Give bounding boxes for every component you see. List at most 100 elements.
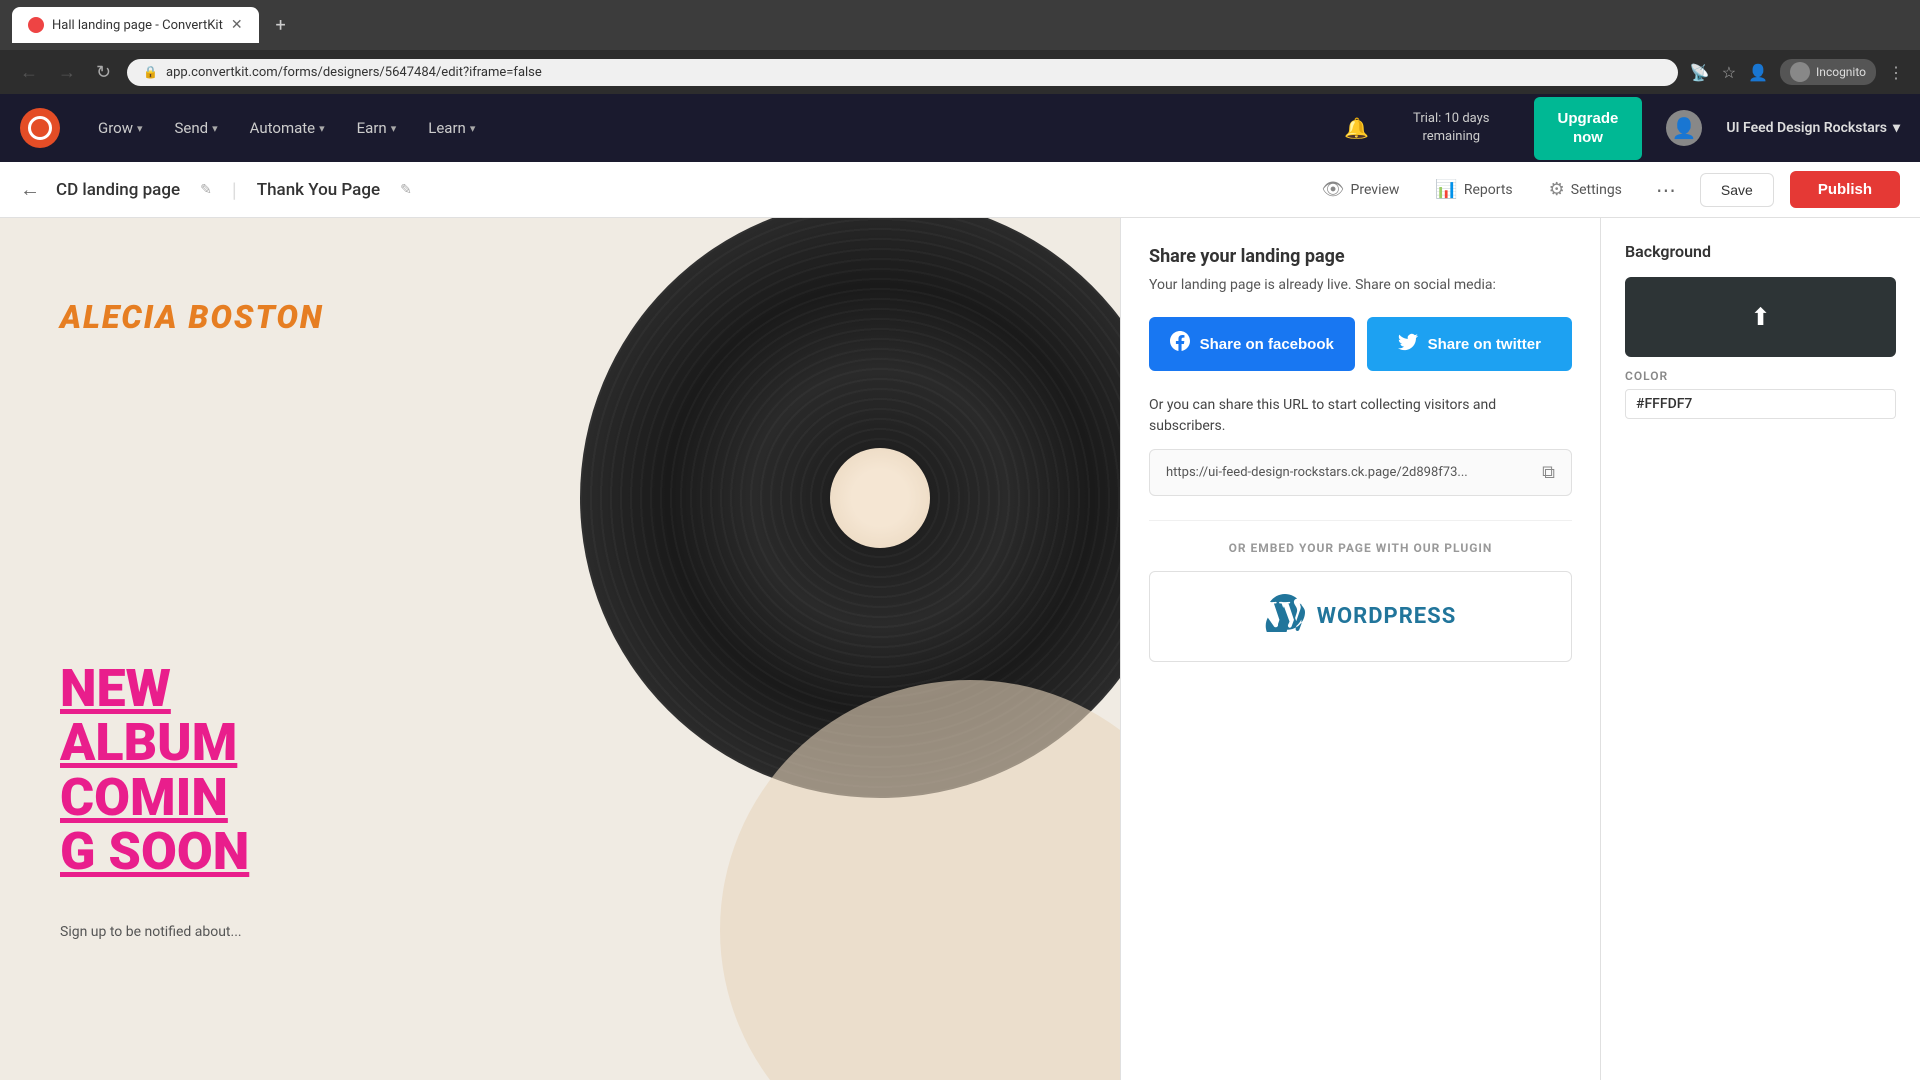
- main-content: ALECIA BOSTON NEW ALBUM COMIN G SOON Sig…: [0, 218, 1920, 1080]
- twitter-share-button[interactable]: Share on twitter: [1367, 317, 1573, 371]
- reports-button[interactable]: 📊 Reports: [1425, 173, 1522, 206]
- incognito-badge: Incognito: [1780, 59, 1876, 85]
- url-text: app.convertkit.com/forms/designers/56474…: [166, 65, 542, 80]
- page-title: CD landing page: [56, 180, 180, 200]
- facebook-share-button[interactable]: Share on facebook: [1149, 317, 1355, 371]
- bell-icon[interactable]: 🔔: [1344, 116, 1369, 140]
- profile-icon[interactable]: 👤: [1748, 63, 1768, 82]
- title-divider: |: [232, 178, 237, 202]
- bookmark-icon[interactable]: ☆: [1722, 63, 1736, 82]
- trial-line1: Trial: 10 days: [1413, 110, 1489, 128]
- page-header: ← CD landing page ✎ | Thank You Page ✎ 👁…: [0, 162, 1920, 218]
- menu-icon[interactable]: ⋮: [1888, 63, 1904, 82]
- share-title: Share your landing page: [1149, 246, 1572, 267]
- artist-name: ALECIA BOSTON: [60, 298, 324, 336]
- more-options-button[interactable]: ⋯: [1648, 174, 1684, 206]
- org-chevron: ▾: [1893, 120, 1900, 136]
- app-header: Grow ▾ Send ▾ Automate ▾ Earn ▾ Learn ▾ …: [0, 94, 1920, 162]
- twitter-icon: [1398, 332, 1418, 357]
- background-section-title: Background: [1625, 242, 1896, 261]
- app-logo[interactable]: [20, 108, 60, 148]
- user-org[interactable]: UI Feed Design Rockstars ▾: [1726, 120, 1900, 136]
- settings-icon: ⚙: [1549, 179, 1565, 200]
- facebook-icon: [1170, 331, 1190, 357]
- trial-line2: remaining: [1413, 128, 1489, 146]
- forward-nav-button[interactable]: →: [54, 58, 80, 87]
- trial-badge: Trial: 10 days remaining: [1393, 110, 1509, 146]
- save-button[interactable]: Save: [1700, 173, 1774, 207]
- reload-button[interactable]: ↻: [92, 58, 115, 87]
- nav-grow[interactable]: Grow ▾: [84, 111, 157, 145]
- preview-label: Preview: [1351, 182, 1400, 198]
- nav-send-label: Send: [175, 119, 209, 137]
- tab-title: Hall landing page - ConvertKit: [52, 18, 223, 33]
- color-label: COLOR: [1625, 369, 1896, 383]
- copy-icon[interactable]: ⧉: [1542, 462, 1555, 483]
- nav-earn-label: Earn: [357, 119, 387, 137]
- upload-icon: ⬆: [1750, 303, 1770, 331]
- embed-section: OR EMBED YOUR PAGE WITH OUR PLUGIN WordP…: [1149, 520, 1572, 662]
- landing-preview: ALECIA BOSTON NEW ALBUM COMIN G SOON Sig…: [0, 218, 1120, 1080]
- nav-items: Grow ▾ Send ▾ Automate ▾ Earn ▾ Learn ▾: [84, 111, 489, 145]
- nav-send[interactable]: Send ▾: [161, 111, 232, 145]
- twitter-label: Share on twitter: [1428, 336, 1541, 353]
- nav-grow-chevron: ▾: [137, 122, 143, 135]
- preview-button[interactable]: 👁 Preview: [1312, 173, 1410, 206]
- nav-grow-label: Grow: [98, 119, 133, 137]
- browser-chrome: Hall landing page - ConvertKit ✕ +: [0, 0, 1920, 50]
- nav-automate[interactable]: Automate ▾: [236, 111, 339, 145]
- background-color-preview[interactable]: ⬆: [1625, 277, 1896, 357]
- nav-send-chevron: ▾: [212, 122, 218, 135]
- right-panel: Background ⬆ COLOR #FFFDF7: [1600, 218, 1920, 1080]
- user-org-name: UI Feed Design Rockstars: [1726, 120, 1887, 136]
- sub-page-title: Thank You Page: [257, 180, 380, 200]
- tab-close-icon[interactable]: ✕: [231, 17, 243, 33]
- preview-icon: 👁: [1322, 179, 1345, 200]
- back-nav-button[interactable]: ←: [16, 58, 42, 87]
- settings-button[interactable]: ⚙ Settings: [1539, 173, 1632, 206]
- settings-label: Settings: [1571, 182, 1622, 198]
- avatar: 👤: [1666, 110, 1702, 146]
- landing-background: ALECIA BOSTON NEW ALBUM COMIN G SOON Sig…: [0, 218, 1120, 1080]
- share-url-label: Or you can share this URL to start colle…: [1149, 395, 1572, 437]
- album-line1: NEW: [60, 662, 249, 717]
- logo-inner: [28, 116, 52, 140]
- facebook-label: Share on facebook: [1200, 336, 1334, 353]
- incognito-label: Incognito: [1816, 65, 1866, 79]
- album-line3: COMIN: [60, 771, 249, 826]
- page-title-edit-icon[interactable]: ✎: [200, 182, 212, 198]
- nav-automate-label: Automate: [250, 119, 315, 137]
- tab-favicon: [28, 17, 44, 33]
- embed-label: OR EMBED YOUR PAGE WITH OUR PLUGIN: [1149, 541, 1572, 555]
- wordpress-icon: [1265, 592, 1305, 641]
- nav-learn-label: Learn: [428, 119, 466, 137]
- lock-icon: 🔒: [143, 65, 158, 79]
- incognito-icon: [1790, 62, 1810, 82]
- url-value: https://ui-feed-design-rockstars.ck.page…: [1166, 465, 1530, 480]
- cast-icon[interactable]: 📡: [1690, 63, 1710, 82]
- sub-title-edit-icon[interactable]: ✎: [400, 182, 412, 198]
- address-bar[interactable]: 🔒 app.convertkit.com/forms/designers/564…: [127, 59, 1678, 86]
- browser-controls: ← → ↻ 🔒 app.convertkit.com/forms/designe…: [0, 50, 1920, 94]
- share-panel: Share your landing page Your landing pag…: [1120, 218, 1600, 1080]
- publish-button[interactable]: Publish: [1790, 171, 1900, 208]
- nav-automate-chevron: ▾: [319, 122, 325, 135]
- new-tab-button[interactable]: +: [267, 11, 295, 39]
- share-subtitle: Your landing page is already live. Share…: [1149, 277, 1572, 293]
- nav-learn-chevron: ▾: [470, 122, 476, 135]
- browser-tab[interactable]: Hall landing page - ConvertKit ✕: [12, 7, 259, 43]
- nav-earn-chevron: ▾: [391, 122, 397, 135]
- page-actions: 👁 Preview 📊 Reports ⚙ Settings ⋯ Save Pu…: [1312, 171, 1900, 208]
- back-button[interactable]: ←: [20, 177, 40, 202]
- album-line2: ALBUM: [60, 716, 249, 771]
- wordpress-label: WordPress: [1317, 604, 1457, 629]
- album-title: NEW ALBUM COMIN G SOON: [60, 662, 249, 880]
- url-box: https://ui-feed-design-rockstars.ck.page…: [1149, 449, 1572, 496]
- nav-earn[interactable]: Earn ▾: [343, 111, 411, 145]
- nav-learn[interactable]: Learn ▾: [414, 111, 489, 145]
- signup-text: Sign up to be notified about...: [60, 924, 242, 940]
- upgrade-button[interactable]: Upgrade now: [1534, 97, 1643, 160]
- color-value[interactable]: #FFFDF7: [1625, 389, 1896, 419]
- album-line4: G SOON: [60, 825, 249, 880]
- wordpress-embed-button[interactable]: WordPress: [1149, 571, 1572, 662]
